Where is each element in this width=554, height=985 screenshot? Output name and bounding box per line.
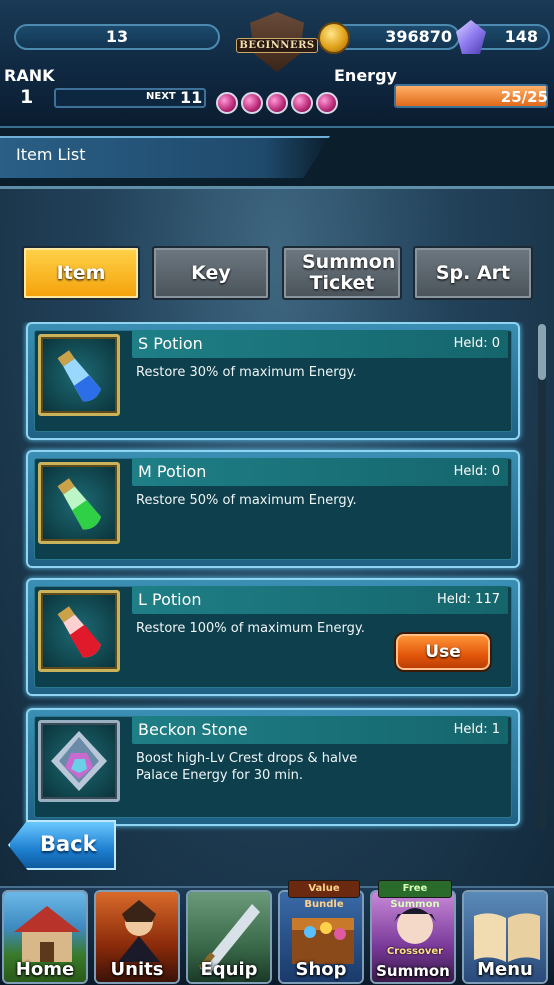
next-value: 11 <box>180 88 203 107</box>
item-name: S Potion <box>138 334 203 353</box>
player-level: 13 <box>14 24 220 50</box>
crossover-label: Crossover <box>386 946 444 957</box>
page-title: Item List <box>16 145 86 164</box>
nav-equip-button[interactable]: Equip <box>186 890 272 984</box>
value-bundle-badge: Value Bundle <box>288 880 360 910</box>
beginners-emblem[interactable]: BEGINNERS <box>216 6 338 126</box>
next-label: NEXT <box>146 91 176 102</box>
scroll-thumb[interactable] <box>538 324 546 380</box>
use-button[interactable]: Use <box>394 632 492 672</box>
item-description: Boost high-Lv Crest drops & halve Palace… <box>136 751 358 783</box>
held-count: Held: 0 <box>453 336 500 351</box>
held-count: Held: 117 <box>437 592 500 607</box>
nav-menu-button[interactable]: Menu <box>462 890 548 984</box>
tab-item[interactable]: Item <box>22 246 140 300</box>
card-title-bar: S Potion Held: 0 <box>132 330 508 358</box>
nav-units-label: Units <box>110 959 164 980</box>
item-list[interactable]: S Potion Held: 0 Restore 30% of maximum … <box>22 322 526 832</box>
nav-shop-label: Shop <box>295 959 347 980</box>
orb-icon <box>266 92 288 114</box>
energy-label: Energy <box>334 66 397 85</box>
tab-sp-art[interactable]: Sp. Art <box>413 246 533 300</box>
item-name: M Potion <box>138 462 207 481</box>
beginners-label: BEGINNERS <box>236 38 318 53</box>
nav-equip-label: Equip <box>200 959 258 980</box>
list-item[interactable]: L Potion Held: 117 Restore 100% of maxim… <box>26 578 520 696</box>
item-description: Restore 100% of maximum Energy. <box>136 621 365 636</box>
held-count: Held: 1 <box>453 722 500 737</box>
red-potion-icon <box>38 590 120 672</box>
rank-value: 1 <box>20 86 34 108</box>
held-count: Held: 0 <box>453 464 500 479</box>
free-summon-badge: Free Summon <box>378 880 452 910</box>
nav-home-button[interactable]: Home <box>2 890 88 984</box>
nav-home-label: Home <box>15 959 75 980</box>
rank-label: RANK <box>4 66 55 85</box>
tab-summon-ticket[interactable]: Summon Ticket <box>282 246 402 300</box>
nav-units-button[interactable]: Units <box>94 890 180 984</box>
orb-icon <box>316 92 338 114</box>
card-title-bar: M Potion Held: 0 <box>132 458 508 486</box>
tab-key[interactable]: Key <box>152 246 270 300</box>
energy-text: 25/25 <box>500 88 548 106</box>
orb-icon <box>241 92 263 114</box>
card-title-bar: L Potion Held: 117 <box>132 586 508 614</box>
list-scrollbar[interactable] <box>538 324 546 830</box>
item-description: Restore 30% of maximum Energy. <box>136 365 357 380</box>
nav-summon-label: Summon <box>376 962 450 980</box>
nav-menu-label: Menu <box>477 959 533 980</box>
list-item[interactable]: M Potion Held: 0 Restore 50% of maximum … <box>26 450 520 568</box>
card-title-bar: Beckon Stone Held: 1 <box>132 716 508 744</box>
top-hud: 13 BEGINNERS 396870 148 RANK 1 NEXT 11 E… <box>0 0 554 128</box>
emblem-orbs <box>216 92 338 116</box>
back-label[interactable]: Back <box>40 832 97 856</box>
orb-icon <box>216 92 238 114</box>
item-name: Beckon Stone <box>138 720 248 739</box>
crystal-icon <box>38 720 120 802</box>
orb-icon <box>291 92 313 114</box>
item-name: L Potion <box>138 590 202 609</box>
blue-potion-icon <box>38 334 120 416</box>
green-potion-icon <box>38 462 120 544</box>
tab-summon-ticket-label: Summon Ticket <box>302 251 396 294</box>
list-item[interactable]: Beckon Stone Held: 1 Boost high-Lv Crest… <box>26 708 520 826</box>
item-description: Restore 50% of maximum Energy. <box>136 493 357 508</box>
coin-icon <box>318 22 350 54</box>
list-item[interactable]: S Potion Held: 0 Restore 30% of maximum … <box>26 322 520 440</box>
